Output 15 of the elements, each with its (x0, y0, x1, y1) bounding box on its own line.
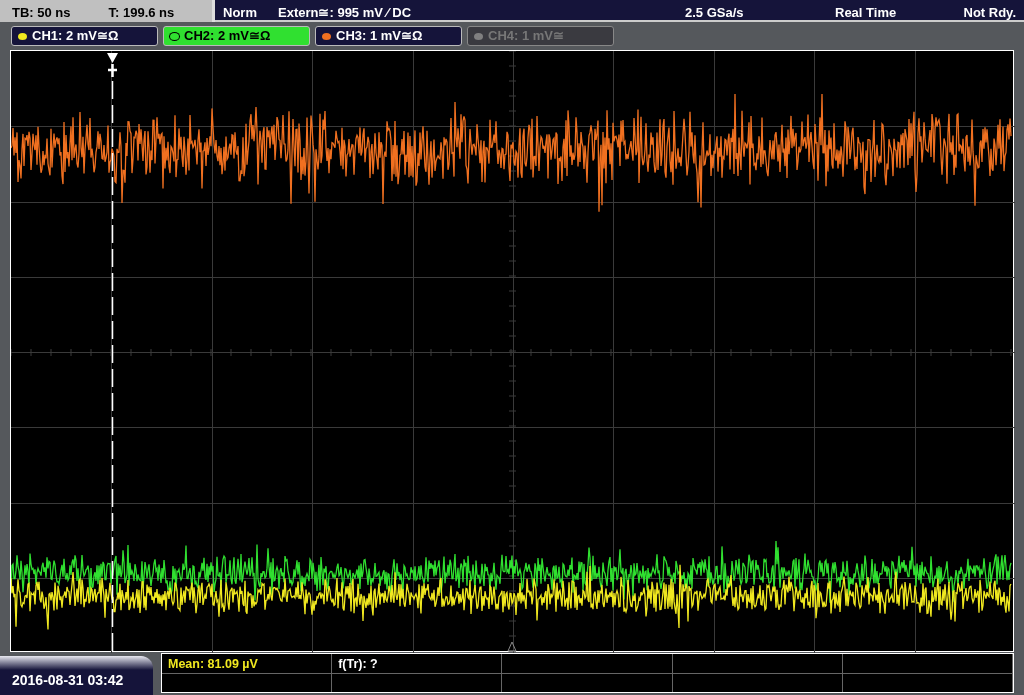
status-label: Not Rdy. (963, 4, 1016, 20)
channel-tab[interactable]: CH2: 2 mV≅Ω (163, 26, 310, 46)
trigger-marker-icon[interactable] (106, 53, 119, 79)
measurement-readout: Mean: 81.09 µV (168, 657, 258, 671)
trigger-mode-label: Norm (223, 4, 258, 20)
acquisition-label: Real Time (835, 4, 897, 20)
trigger-position-icon (507, 641, 517, 652)
channel-tab[interactable]: CH3: 1 mV≅Ω (315, 26, 462, 46)
timestamp: 2016-08-31 03:42 (0, 656, 153, 695)
trigger-source-label: Extern≅: 995 mV ⁄ DC (278, 4, 413, 20)
trigger-time-label: T: 199.6 ns (108, 4, 175, 22)
channel-tab[interactable]: CH1: 2 mV≅Ω (11, 26, 158, 46)
measurement-readout: f(Tr): ? (338, 657, 378, 671)
sample-rate-label: 2.5 GSa/s (685, 4, 745, 20)
timebase-label: TB: 50 ns (12, 4, 71, 22)
